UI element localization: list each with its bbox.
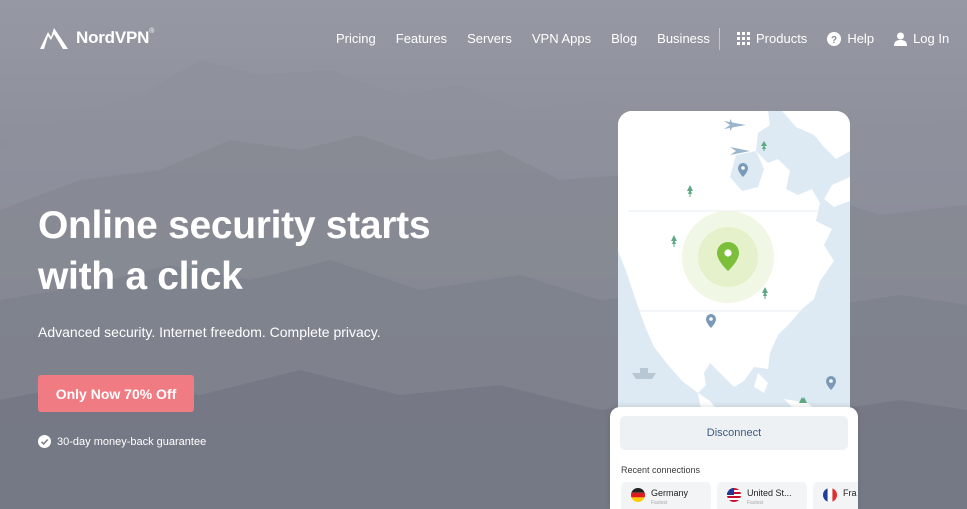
hero: Online security starts with a click <box>38 200 498 302</box>
france-flag-icon <box>823 488 837 502</box>
nav-divider <box>719 28 720 50</box>
brand-name: NordVPN® <box>76 28 155 47</box>
recent-connection-france[interactable]: Fra <box>813 482 858 509</box>
nav-right: Products ? Help Log In <box>737 31 967 46</box>
germany-flag-icon <box>631 488 645 502</box>
recent-connection-united-states[interactable]: United St... Fastest <box>717 482 807 509</box>
top-navigation: NordVPN® Pricing Features Servers VPN Ap… <box>0 0 967 78</box>
login-link[interactable]: Log In <box>894 31 949 46</box>
recent-connection-sub: Fastest <box>651 500 668 506</box>
nav-link-blog[interactable]: Blog <box>611 31 637 46</box>
help-label: Help <box>847 31 875 46</box>
guarantee-text: 30-day money-back guarantee <box>57 435 207 448</box>
check-circle-icon <box>38 435 51 448</box>
disconnect-button[interactable]: Disconnect <box>620 416 848 450</box>
svg-text:?: ? <box>831 35 837 46</box>
help-link[interactable]: ? Help <box>827 31 874 46</box>
nordvpn-mountain-icon <box>40 28 68 49</box>
nav-link-features[interactable]: Features <box>396 31 447 46</box>
nav-links: Pricing Features Servers VPN Apps Blog B… <box>336 31 730 46</box>
nav-link-vpn-apps[interactable]: VPN Apps <box>532 31 591 46</box>
nav-link-business[interactable]: Business <box>657 31 710 46</box>
grid-icon <box>737 32 750 45</box>
money-back-guarantee: 30-day money-back guarantee <box>38 435 206 448</box>
recent-connections-label: Recent connections <box>621 465 701 475</box>
products-menu[interactable]: Products <box>737 31 807 46</box>
nordvpn-logo[interactable]: NordVPN® <box>38 26 154 50</box>
connection-panel: Disconnect Recent connections Germany Fa… <box>610 407 858 509</box>
recent-connection-text: Germany Fastest <box>651 488 688 508</box>
products-label: Products <box>756 31 808 46</box>
user-icon <box>894 32 908 46</box>
recent-connection-text: United St... Fastest <box>747 488 792 508</box>
recent-connection-name: United St... <box>747 488 792 498</box>
hero-title-line1: Online security starts <box>38 204 431 247</box>
nav-link-servers[interactable]: Servers <box>467 31 512 46</box>
login-label: Log In <box>913 31 950 46</box>
usa-flag-icon <box>727 488 741 502</box>
cta-button[interactable]: Only Now 70% Off <box>38 375 194 412</box>
recent-connection-germany[interactable]: Germany Fastest <box>621 482 711 509</box>
recent-connection-text: Fra <box>843 488 857 498</box>
hero-title: Online security starts with a click <box>38 200 498 302</box>
hero-title-line2: with a click <box>38 255 243 298</box>
recent-connection-name: Fra <box>843 488 857 498</box>
hero-subtitle: Advanced security. Internet freedom. Com… <box>38 324 381 340</box>
recent-connection-sub: Fastest <box>747 500 764 506</box>
recent-connection-name: Germany <box>651 488 689 498</box>
nav-link-pricing[interactable]: Pricing <box>336 31 376 46</box>
help-circle-icon: ? <box>827 31 842 46</box>
